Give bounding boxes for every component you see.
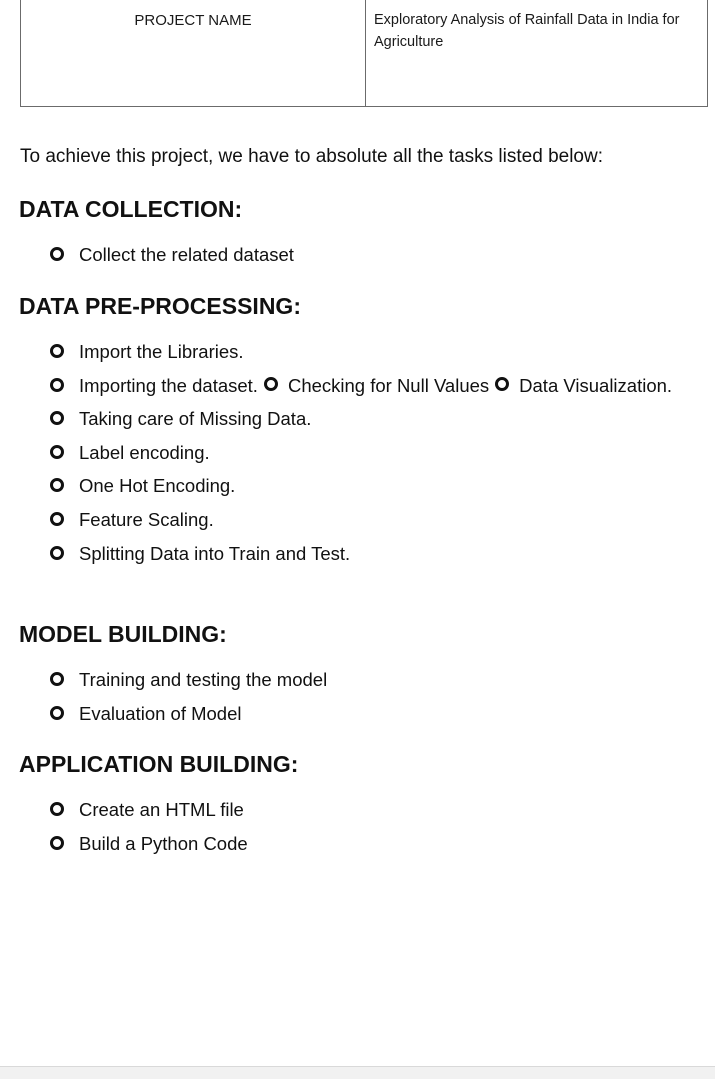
list-item: One Hot Encoding. <box>48 471 688 500</box>
project-name-label-cell: PROJECT NAME <box>20 0 366 107</box>
list-item-text: Data Visualization. <box>519 374 673 396</box>
list-item: Splitting Data into Train and Test. <box>48 539 688 568</box>
hollow-circle-icon <box>50 672 64 686</box>
list-item: Importing the dataset. Checking for Null … <box>48 371 688 400</box>
list-item: Create an HTML file <box>48 795 688 824</box>
list-item-text: One Hot Encoding. <box>79 475 236 497</box>
list-item: Training and testing the model <box>48 665 688 694</box>
list-item: Taking care of Missing Data. <box>48 404 688 433</box>
hollow-circle-icon <box>50 511 64 526</box>
hollow-circle-icon <box>50 344 64 358</box>
page-bottom-edge <box>0 1066 715 1079</box>
project-name-value-cell: Exploratory Analysis of Rainfall Data in… <box>365 0 708 107</box>
hollow-circle-icon <box>263 376 278 391</box>
list-item-text: Splitting Data into Train and Test. <box>79 542 351 564</box>
project-info-row: PROJECT NAME Exploratory Analysis of Rai… <box>20 0 708 107</box>
document-page: PROJECT NAME Exploratory Analysis of Rai… <box>0 0 715 1066</box>
list-item-text: Training and testing the model <box>79 669 328 690</box>
project-info-table: PROJECT NAME Exploratory Analysis of Rai… <box>20 0 708 107</box>
hollow-circle-icon <box>50 411 64 426</box>
data-preprocessing-heading: DATA PRE-PROCESSING: <box>19 293 301 319</box>
list-item: Feature Scaling. <box>48 505 688 534</box>
intro-text: To achieve this project, we have to abso… <box>20 146 603 167</box>
project-name-label: PROJECT NAME <box>134 12 252 29</box>
list-item: Collect the related dataset <box>48 240 688 269</box>
hollow-circle-icon <box>50 478 64 493</box>
list-item-text: Importing the dataset. <box>79 374 258 396</box>
hollow-circle-icon <box>50 545 64 560</box>
hollow-circle-icon <box>50 247 64 261</box>
application-building-heading: APPLICATION BUILDING: <box>19 751 299 777</box>
list-item: Evaluation of Model <box>48 699 688 728</box>
list-item-text: Checking for Null Values <box>287 374 490 396</box>
model-building-heading: MODEL BUILDING: <box>19 621 227 647</box>
list-item-text: Evaluation of Model <box>79 702 242 724</box>
hollow-circle-icon <box>495 376 510 391</box>
project-name-value: Exploratory Analysis of Rainfall Data in… <box>374 12 680 50</box>
data-collection-list: Collect the related dataset <box>48 240 688 274</box>
data-collection-heading: DATA COLLECTION: <box>19 196 243 222</box>
hollow-circle-icon <box>50 377 64 392</box>
list-item: Label encoding. <box>48 438 688 467</box>
application-building-list: Create an HTML file Build a Python Code <box>48 795 688 862</box>
list-item-text: Collect the related dataset <box>79 244 294 265</box>
list-item-text: Build a Python Code <box>79 832 248 854</box>
list-item-text: Taking care of Missing Data. <box>79 408 312 430</box>
list-item-text: Create an HTML file <box>79 799 244 820</box>
hollow-circle-icon <box>50 835 64 850</box>
list-item-text: Import the Libraries. <box>79 341 244 362</box>
list-item: Import the Libraries. <box>48 337 688 366</box>
list-item-text: Label encoding. <box>79 441 210 463</box>
hollow-circle-icon <box>50 802 64 816</box>
hollow-circle-icon <box>50 444 64 459</box>
model-building-list: Training and testing the model Evaluatio… <box>48 665 688 732</box>
list-item: Build a Python Code <box>48 829 688 858</box>
hollow-circle-icon <box>50 705 64 720</box>
data-preprocessing-list: Import the Libraries. Importing the data… <box>48 337 688 572</box>
list-item-text: Feature Scaling. <box>79 508 214 530</box>
